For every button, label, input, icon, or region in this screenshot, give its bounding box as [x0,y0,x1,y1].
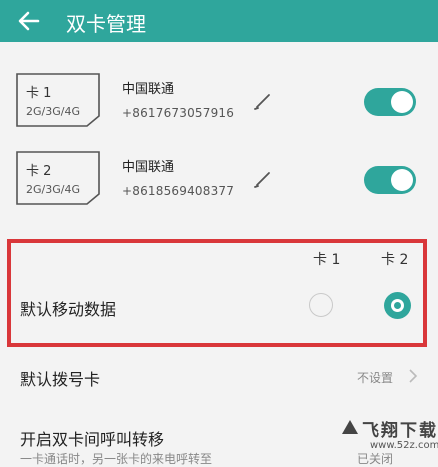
column-header-sim-1: 卡 1 [313,252,341,268]
sim-2-toggle[interactable] [364,166,416,194]
watermark: 飞翔下载 www.52z.com [340,416,438,456]
default-data-label: 默认移动数据 [20,300,117,319]
phone-number: +8617673057916 [122,106,235,120]
sim-network-label: 2G/3G/4G [26,105,80,118]
phone-number: +8618569408377 [122,184,235,198]
data-sim-1-radio[interactable] [309,293,333,317]
default-dial-label: 默认拨号卡 [20,370,101,389]
sim-row-1: 卡 1 2G/3G/4G 中国联通 +8617673057916 [0,70,438,150]
sim-network-label: 2G/3G/4G [26,183,80,196]
pencil-icon [254,172,270,188]
watermark-text: 飞翔下载 [362,421,438,441]
edit-button[interactable] [252,168,274,190]
sim-slot-label: 卡 1 [26,86,52,101]
back-button[interactable] [14,6,44,36]
sim-1-toggle[interactable] [364,88,416,116]
data-sim-2-radio[interactable] [384,292,411,319]
pencil-icon [254,94,270,110]
edit-button[interactable] [252,90,274,112]
sim-slot-label: 卡 2 [26,164,52,179]
chevron-right-icon [409,369,418,383]
toggle-knob [391,91,413,113]
sim-row-2: 卡 2 2G/3G/4G 中国联通 +8618569408377 [0,148,438,228]
watermark-logo-icon [342,420,358,434]
default-dial-value: 不设置 [357,371,394,385]
radio-selected-dot [391,299,404,312]
toggle-knob [391,169,413,191]
arrow-left-icon [18,11,40,31]
default-dial-row[interactable]: 默认拨号卡 不设置 [0,352,438,400]
column-header-sim-2: 卡 2 [381,252,409,268]
carrier-name: 中国联通 [122,160,175,175]
sim-card-1: 卡 1 2G/3G/4G [15,72,101,128]
watermark-url: www.52z.com [370,440,438,451]
carrier-name: 中国联通 [122,82,175,97]
call-forward-label: 开启双卡间呼叫转移 [20,430,165,449]
page-title: 双卡管理 [66,12,146,36]
app-header: 双卡管理 [0,0,438,42]
sim-card-2: 卡 2 2G/3G/4G [15,150,101,206]
highlight-box [7,239,427,347]
